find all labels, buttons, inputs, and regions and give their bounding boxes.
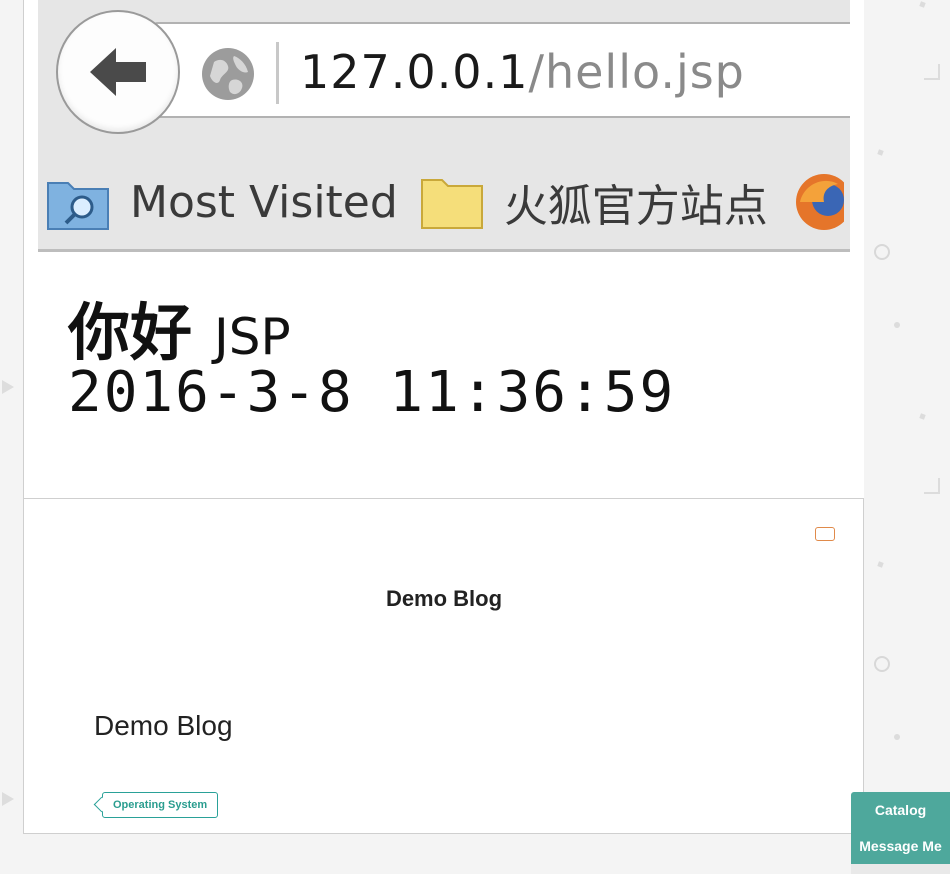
- decor-square: [877, 149, 884, 156]
- decor-dot: [894, 734, 900, 740]
- folder-search-icon: [47, 182, 109, 230]
- decor-square: [877, 561, 884, 568]
- decor-corner: [924, 478, 940, 494]
- arrow-left-icon: [90, 48, 146, 96]
- decor-corner: [924, 64, 940, 80]
- browser-chrome: 127.0.0.1/hello.jsp Most Visited 火狐官方站点: [38, 0, 850, 252]
- url-text: 127.0.0.1/hello.jsp: [300, 42, 745, 102]
- greeting-chinese: 你好: [68, 296, 193, 369]
- url-host: 127.0.0.1: [300, 45, 529, 99]
- url-bar: 127.0.0.1/hello.jsp: [150, 22, 850, 118]
- float-menu: Catalog Message Me: [851, 792, 950, 864]
- bookmark-most-visited: Most Visited: [130, 176, 398, 228]
- back-button: [56, 10, 180, 134]
- decor-square: [919, 1, 926, 8]
- catalog-button[interactable]: Catalog: [851, 792, 950, 828]
- tag-operating-system[interactable]: Operating System: [102, 792, 219, 818]
- url-path: /hello.jsp: [528, 45, 745, 99]
- decor-square: [919, 413, 926, 420]
- post-body-title: Demo Blog: [94, 710, 233, 741]
- bookmarks-bar: Most Visited 火狐官方站点: [38, 160, 850, 244]
- url-separator: [276, 42, 279, 104]
- post-card: 127.0.0.1/hello.jsp Most Visited 火狐官方站点 …: [23, 0, 864, 834]
- message-me-button[interactable]: Message Me: [851, 828, 950, 864]
- decor-triangle: [2, 792, 14, 806]
- post-screenshot: 127.0.0.1/hello.jsp Most Visited 火狐官方站点 …: [24, 0, 864, 499]
- tag-label: Operating System: [113, 799, 208, 811]
- bookmark-firefox-site: 火狐官方站点: [503, 181, 768, 232]
- globe-icon: [202, 48, 254, 100]
- decor-circle: [874, 244, 890, 260]
- decor-dot: [894, 322, 900, 328]
- decor-triangle: [2, 380, 14, 394]
- float-footer: [851, 864, 950, 874]
- firefox-icon: [795, 174, 844, 230]
- post-badge-icon[interactable]: [815, 527, 835, 541]
- post-title: Demo Blog: [385, 586, 503, 611]
- page-date: 2016-3-8 11:36:59: [68, 360, 676, 425]
- page-greeting: 你好 JSP: [68, 282, 291, 372]
- folder-icon: [420, 179, 483, 229]
- greeting-jsp: JSP: [214, 308, 291, 366]
- decor-circle: [874, 656, 890, 672]
